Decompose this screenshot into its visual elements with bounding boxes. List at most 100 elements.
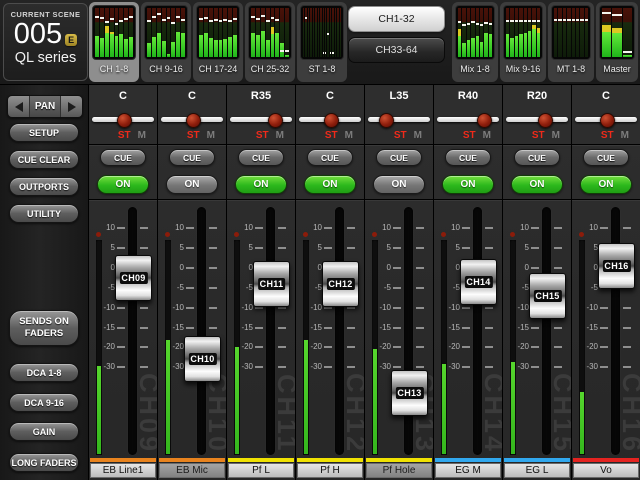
channel-on-button[interactable]: ON [373,175,425,194]
cue-button[interactable]: CUE [583,149,629,166]
gain-button[interactable]: GAIN [9,422,79,441]
channel-color-bar [504,458,570,462]
fader-cap[interactable]: CH11 [253,260,290,307]
channel-number-watermark: CH10 [203,372,226,454]
cue-button[interactable]: CUE [307,149,353,166]
channel-on-button[interactable]: ON [442,175,494,194]
pan-slider[interactable] [230,113,292,128]
cue-button[interactable]: CUE [169,149,215,166]
fader-cap[interactable]: CH12 [322,260,359,307]
long-faders-button[interactable]: LONG FADERS [9,453,79,472]
pan-knob[interactable] [323,113,339,128]
sidebar: PAN SETUP CUE CLEAR OUTPORTS UTILITY SEN… [0,85,89,480]
fader-track[interactable] [473,207,482,455]
channel-name[interactable]: Pf Hole [366,463,432,478]
meter-peak-hold [233,17,237,20]
pan-value: C [188,90,196,102]
cue-button[interactable]: CUE [445,149,491,166]
dca-9-16-button[interactable]: DCA 9-16 [9,393,79,412]
channel-on-button[interactable]: ON [511,175,563,194]
pan-knob[interactable] [477,113,493,128]
meter-bank-tab-mt-1-8[interactable]: MT 1-8 [548,2,594,82]
fader-scale-label: 5 [593,242,598,252]
cue-button[interactable]: CUE [238,149,284,166]
pan-knob[interactable] [599,113,615,128]
meter-bar [260,8,265,57]
channel-on-button[interactable]: ON [166,175,218,194]
channel-name[interactable]: EB Mic [159,463,225,478]
fader-scale-label: -5 [314,282,322,292]
fader-scale-tick [186,306,194,309]
channel-on-button[interactable]: ON [235,175,287,194]
fader-cap[interactable]: CH10 [184,336,221,383]
meter-bank-tab-ch-1-8[interactable]: CH 1-8 [89,2,139,82]
pan-slider[interactable] [299,113,361,128]
pan-knob[interactable] [116,113,132,128]
pan-knob[interactable] [538,113,554,128]
pan-knob[interactable] [378,113,394,128]
pan-slider[interactable] [368,113,430,128]
meter-bank-tab-ch-9-16[interactable]: CH 9-16 [141,2,191,82]
meter-bar [280,8,285,57]
utility-button[interactable]: UTILITY [9,204,79,223]
meter-bar [203,8,208,57]
meter-level-fill [95,36,99,57]
meter-bar [124,8,129,57]
fader-track[interactable] [197,207,206,455]
channel-on-button[interactable]: ON [580,175,632,194]
fader-track[interactable] [128,207,137,455]
meter-bar [622,8,632,57]
fader-cap[interactable]: CH09 [115,254,152,301]
setup-button[interactable]: SETUP [9,123,79,142]
pan-knob[interactable] [268,113,284,128]
channel-name[interactable]: Pf L [228,463,294,478]
outports-button[interactable]: OUTPORTS [9,177,79,196]
cue-clear-button[interactable]: CUE CLEAR [9,150,79,169]
channel-name[interactable]: EG M [435,463,501,478]
pan-slider[interactable] [575,113,637,128]
pan-right-arrow-button[interactable] [61,96,82,117]
meter-bank-tab-mix-1-8[interactable]: Mix 1-8 [452,2,498,82]
channel-on-button[interactable]: ON [304,175,356,194]
pan-knob[interactable] [185,113,201,128]
output-meter-banks: Mix 1-8 Mix 9-16 MT 1-8 Master [452,2,638,82]
meter-yellow-segment [270,26,275,35]
meter-level-fill [466,40,471,57]
fader-track[interactable] [335,207,344,455]
fader-track[interactable] [404,207,413,455]
channel-name[interactable]: Vo [573,463,639,478]
fader-track[interactable] [266,207,275,455]
meter-bank-tab-mix-9-16[interactable]: Mix 9-16 [500,2,546,82]
fader-track[interactable] [542,207,551,455]
sends-on-faders-button[interactable]: SENDS ON FADERS [9,310,79,346]
channel-name[interactable]: EG L [504,463,570,478]
fader-scale-label: 10 [520,223,529,232]
meter-bank-tab-ch-25-32[interactable]: CH 25-32 [245,2,295,82]
channel-name[interactable]: Pf H [297,463,363,478]
meter-bank-tab-master[interactable]: Master [596,2,638,82]
pan-slider[interactable] [92,113,154,128]
pan-slider[interactable] [506,113,568,128]
channel-name[interactable]: EB Line1 [90,463,156,478]
fader-scale-tick [485,326,493,329]
fader-cap[interactable]: CH13 [391,370,428,416]
bank-button-ch1-32[interactable]: CH1-32 [348,6,445,32]
pan-slider[interactable] [437,113,499,128]
scene-panel[interactable]: CURRENT SCENE 005 E QL series [3,3,88,81]
bank-button-ch33-64[interactable]: CH33-64 [348,37,445,63]
dca-1-8-button[interactable]: DCA 1-8 [9,363,79,382]
meter-bank-tab-st-1-8[interactable]: ST 1-8 [297,2,347,82]
cue-button[interactable]: CUE [514,149,560,166]
meter-peak-hold [223,18,228,21]
cue-button[interactable]: CUE [376,149,422,166]
fader-cap[interactable]: CH15 [529,273,566,320]
channel-on-button[interactable]: ON [97,175,149,194]
cue-button[interactable]: CUE [100,149,146,166]
pan-slider[interactable] [161,113,223,128]
meter-bank-tab-ch-17-24[interactable]: CH 17-24 [193,2,243,82]
fader-cap[interactable]: CH14 [460,258,497,305]
meter-bar [104,8,109,57]
pan-left-arrow-button[interactable] [8,96,29,117]
fader-cap[interactable]: CH16 [598,243,635,290]
meter-bar [251,8,255,57]
